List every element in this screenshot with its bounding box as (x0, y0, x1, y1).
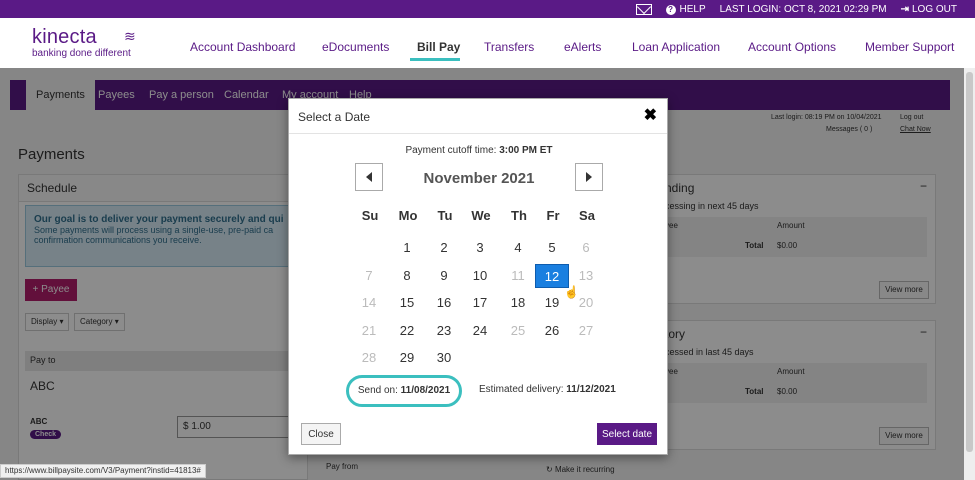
help-label: HELP (679, 3, 706, 15)
weekday-header: Fr (546, 208, 560, 223)
calendar-day[interactable]: 1 (390, 236, 424, 260)
chevron-right-icon (586, 172, 592, 182)
calendar-day[interactable]: 9 (427, 264, 461, 288)
weekday-header: We (471, 208, 491, 223)
last-login-text: LAST LOGIN: OCT 8, 2021 02:29 PM (719, 3, 887, 15)
calendar-day[interactable]: 3 (463, 236, 497, 260)
nav-edocuments[interactable]: eDocuments (322, 40, 389, 54)
weekday-header: Mo (398, 208, 418, 223)
help-icon: ? (665, 4, 676, 15)
weekday-header: Tu (437, 208, 453, 223)
estimated-delivery: Estimated delivery: 11/12/2021 (479, 384, 616, 395)
calendar-day[interactable]: 15 (390, 291, 424, 315)
calendar-day[interactable]: 16 (427, 291, 461, 315)
select-date-button[interactable]: Select date (597, 423, 657, 445)
logout-link[interactable]: ⇥ LOG OUT (901, 4, 957, 15)
calendar-day[interactable]: 23 (427, 319, 461, 343)
calendar-day: 6 (582, 240, 590, 255)
weekday-header: Sa (579, 208, 595, 223)
page-scrollbar[interactable] (964, 68, 975, 480)
next-month-button[interactable] (575, 163, 603, 191)
brand-logo[interactable]: kinecta banking done different ≋ (32, 26, 136, 59)
calendar-day[interactable]: 8 (390, 264, 424, 288)
calendar-day[interactable]: 24 (463, 319, 497, 343)
nav-active-indicator (410, 58, 460, 61)
scrollbar-thumb[interactable] (966, 72, 973, 452)
send-on-label: Send on: (357, 385, 401, 396)
estimated-delivery-label: Estimated delivery: (479, 384, 567, 395)
logout-label: LOG OUT (911, 3, 957, 15)
nav-member-support[interactable]: Member Support (865, 40, 954, 54)
brand-tagline: banking done different (32, 48, 131, 59)
calendar-day[interactable]: 4 (501, 236, 535, 260)
calendar-day: 25 (510, 322, 526, 338)
calendar-day[interactable]: 22 (390, 319, 424, 343)
dialog-divider (289, 133, 667, 134)
calendar-day: 13 (578, 267, 594, 283)
nav-account-options[interactable]: Account Options (748, 40, 836, 54)
calendar-day[interactable]: 29 (390, 346, 424, 370)
nav-loan-application[interactable]: Loan Application (632, 40, 720, 54)
calendar-day[interactable]: 5 (535, 236, 569, 260)
dialog-title: Select a Date (298, 110, 371, 124)
cutoff-label: Payment cutoff time: (405, 145, 500, 156)
browser-status-bar: https://www.billpaysite.com/V3/Payment?i… (0, 464, 206, 478)
nav-bill-pay[interactable]: Bill Pay (417, 40, 460, 54)
pointer-hand-icon: ☝ (564, 285, 579, 299)
close-icon[interactable]: ✖ (644, 105, 657, 125)
calendar-day: 7 (365, 267, 373, 283)
logout-icon: ⇥ (900, 3, 909, 15)
nav-transfers[interactable]: Transfers (484, 40, 534, 54)
send-on-date: Send on: 11/08/2021 (346, 375, 462, 407)
calendar-day[interactable]: 2 (427, 236, 461, 260)
calendar-day[interactable]: 30 (427, 346, 461, 370)
calendar-day-selected[interactable]: 12 (535, 263, 569, 288)
calendar-day: 21 (361, 322, 377, 338)
site-header: kinecta banking done different ≋ Account… (0, 18, 975, 68)
weekday-header: Th (511, 208, 527, 223)
calendar-day: 14 (361, 295, 377, 310)
utility-bar: ? HELP LAST LOGIN: OCT 8, 2021 02:29 PM ⇥… (0, 0, 975, 18)
close-button[interactable]: Close (301, 423, 341, 445)
estimated-delivery-value: 11/12/2021 (566, 384, 616, 395)
cutoff-time: 3:00 PM ET (499, 145, 553, 156)
select-date-dialog: Select a Date ✖ Payment cutoff time: 3:0… (288, 98, 668, 455)
calendar-day[interactable]: 17 (463, 291, 497, 315)
calendar-day[interactable]: 18 (501, 291, 535, 315)
payment-cutoff: Payment cutoff time: 3:00 PM ET (289, 145, 669, 156)
calendar-day: 11 (511, 267, 525, 283)
mail-icon[interactable] (635, 3, 652, 15)
brand-name: kinecta (32, 26, 97, 48)
calendar-month-label: November 2021 (423, 170, 535, 187)
weekday-header: Su (361, 208, 379, 223)
send-on-value: 11/08/2021 (400, 385, 451, 396)
calendar-day[interactable]: 10 (463, 264, 497, 288)
brand-swoosh-icon: ≋ (124, 28, 136, 44)
nav-account-dashboard[interactable]: Account Dashboard (190, 40, 295, 54)
calendar-day: 27 (578, 322, 594, 338)
help-link[interactable]: ? HELP (665, 3, 706, 15)
calendar-day[interactable]: 26 (535, 319, 569, 343)
calendar-day: 28 (361, 350, 377, 365)
nav-ealerts[interactable]: eAlerts (564, 40, 601, 54)
